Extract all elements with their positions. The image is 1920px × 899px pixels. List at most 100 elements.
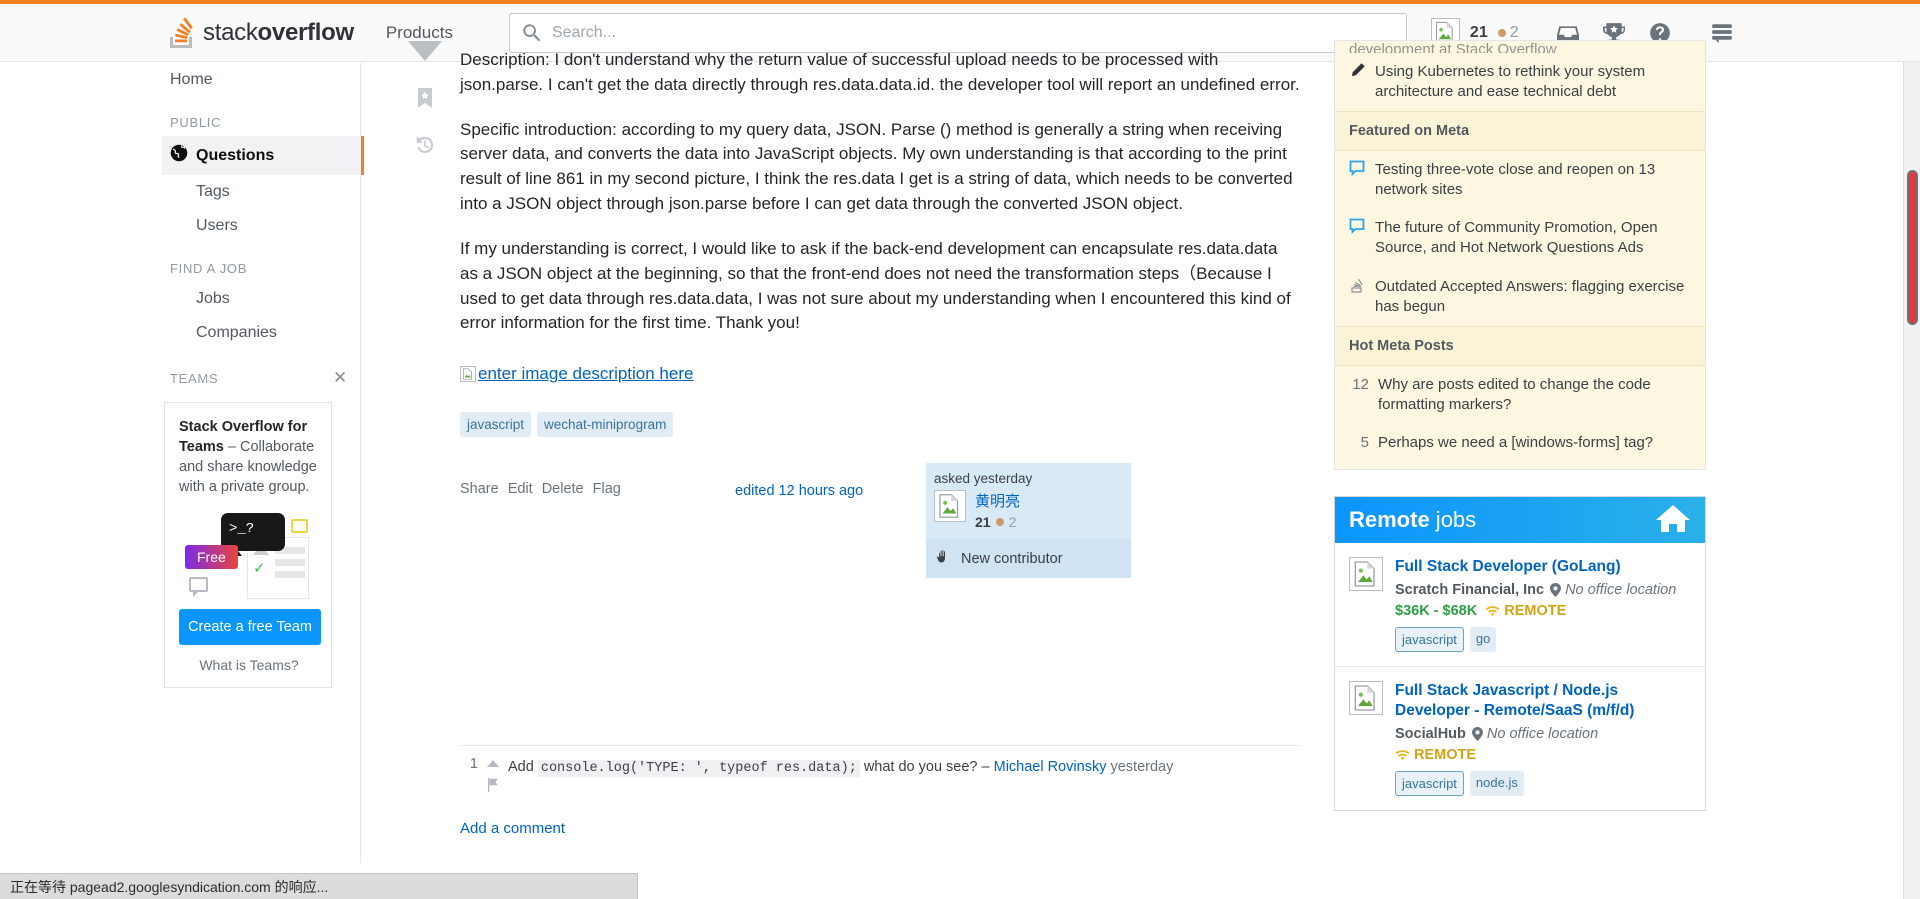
stacks-icon <box>1349 277 1366 317</box>
job-listing-1-company-row: SocialHub No office location <box>1395 726 1691 742</box>
edit-link[interactable]: Edit <box>508 481 533 497</box>
asker-bronze-count: 2 <box>1008 514 1017 531</box>
featured-item-0[interactable]: Testing three-vote close and reopen on 1… <box>1335 151 1705 209</box>
comment-row: 1 Add console.log('TYPE: ', typeof res.d… <box>460 756 1300 796</box>
bronze-badge-dot-icon <box>995 518 1004 527</box>
post-history-icon[interactable] <box>414 134 436 161</box>
search-icon <box>522 23 542 43</box>
hotmeta-item-1-title: Perhaps we need a [windows-forms] tag? <box>1378 433 1654 451</box>
user-bronze-badges[interactable]: 2 <box>1497 23 1519 42</box>
site-logo[interactable]: stackoverflow <box>166 16 354 50</box>
post-paragraph-2: Specific introduction: according to my q… <box>460 119 1293 214</box>
featured-on-meta-header: Featured on Meta <box>1335 111 1705 152</box>
speech-bubble-icon <box>1349 160 1366 200</box>
asker-user-card: asked yesterday 黄明亮 21 2 New contributor <box>926 463 1131 579</box>
terminal-prompt-glyph: >_? <box>229 521 255 537</box>
what-is-teams-link[interactable]: What is Teams? <box>179 657 319 673</box>
job-listing-0-company: Scratch Financial, Inc <box>1395 582 1545 599</box>
globe-icon <box>170 144 188 167</box>
hotmeta-item-0-title: Why are posts edited to change the code … <box>1378 375 1651 413</box>
sidebar-item-users[interactable]: Users <box>162 209 362 243</box>
close-icon[interactable]: ✕ <box>333 368 362 388</box>
featured-item-2-title: Outdated Accepted Answers: flagging exer… <box>1375 277 1685 315</box>
share-link[interactable]: Share <box>460 481 499 497</box>
sidebar-item-jobs[interactable]: Jobs <box>162 282 362 316</box>
browser-status-bar: 正在等待 pagead2.googlesyndication.com 的响应..… <box>0 873 638 899</box>
tag-javascript[interactable]: javascript <box>460 412 532 438</box>
sidebar-item-home[interactable]: Home <box>162 63 362 97</box>
status-text: 正在等待 pagead2.googlesyndication.com 的响应..… <box>10 878 329 895</box>
bookmark-icon[interactable] <box>416 87 434 114</box>
job-listing-0[interactable]: Full Stack Developer (GoLang) Scratch Fi… <box>1335 543 1705 667</box>
broken-image-icon <box>460 366 476 383</box>
blog-item[interactable]: Using Kubernetes to rethink your system … <box>1335 53 1705 111</box>
vertical-scrollbar[interactable] <box>1903 62 1920 899</box>
post-edited-link[interactable]: edited 12 hours ago <box>735 483 863 499</box>
featured-item-2[interactable]: Outdated Accepted Answers: flagging exer… <box>1335 268 1705 326</box>
job-listing-1-tag-1[interactable]: node.js <box>1469 771 1524 797</box>
job-listing-0-location: No office location <box>1550 582 1676 598</box>
tag-wechat-miniprogram[interactable]: wechat-miniprogram <box>537 412 674 438</box>
featured-item-1[interactable]: The future of Community Promotion, Open … <box>1335 209 1705 267</box>
teams-promo-card: Stack Overflow for Teams – Collaborate a… <box>164 402 332 688</box>
asker-reputation: 21 <box>975 514 991 531</box>
job-listing-0-remote-badge: REMOTE <box>1485 603 1566 619</box>
hotmeta-item-0-score: 12 <box>1352 375 1369 393</box>
asker-reputation-row: 21 2 <box>975 514 1020 530</box>
job-listing-1[interactable]: Full Stack Javascript / Node.js Develope… <box>1335 666 1705 811</box>
remote-jobs-panel: Remote jobs Full Stack Developer (GoLang… <box>1334 496 1706 812</box>
job-listing-1-salary-row: REMOTE <box>1395 747 1691 763</box>
speech-bubble-icon <box>1349 218 1366 258</box>
teams-free-badge: Free <box>185 545 238 569</box>
hotmeta-item-1[interactable]: 5 Perhaps we need a [windows-forms] tag? <box>1335 424 1705 469</box>
featured-item-0-title: Testing three-vote close and reopen on 1… <box>1375 161 1656 199</box>
comment-text-after: what do you see? – <box>863 759 990 775</box>
comment-upvote-icon[interactable] <box>486 756 500 772</box>
job-listing-1-tag-0[interactable]: javascript <box>1395 771 1464 797</box>
sidebar-section-findajob-label: FIND A JOB <box>170 261 248 276</box>
create-free-team-button[interactable]: Create a free Team <box>179 609 321 645</box>
add-comment-link[interactable]: Add a comment <box>460 820 565 837</box>
job-listing-0-tag-0[interactable]: javascript <box>1395 627 1464 653</box>
comment-body: Add console.log('TYPE: ', typeof res.dat… <box>508 756 1173 779</box>
asker-avatar-broken-image-icon[interactable] <box>934 490 966 523</box>
job-listing-0-title[interactable]: Full Stack Developer (GoLang) <box>1395 557 1691 577</box>
scrollbar-thumb[interactable] <box>1907 170 1918 325</box>
downvote-arrow-icon[interactable] <box>407 40 443 67</box>
job-listing-0-salary: $36K - $68K <box>1395 603 1478 620</box>
featured-item-1-title: The future of Community Promotion, Open … <box>1375 219 1658 257</box>
house-icon <box>1653 503 1693 538</box>
hotmeta-item-0[interactable]: 12 Why are posts edited to change the co… <box>1335 366 1705 424</box>
post-paragraph-1: Description: I don't understand why the … <box>460 50 1300 94</box>
user-reputation[interactable]: 21 <box>1470 24 1488 42</box>
remote-jobs-title: Remote jobs <box>1349 507 1477 533</box>
job-listing-0-tag-1[interactable]: go <box>1469 627 1497 653</box>
job-listing-1-title[interactable]: Full Stack Javascript / Node.js Develope… <box>1395 681 1691 721</box>
job-listing-0-tags: javascript go <box>1395 627 1691 653</box>
sidebar-section-public-label: PUBLIC <box>170 115 222 130</box>
search-input[interactable] <box>551 23 1394 42</box>
blog-cut-row: development at Stack Overflow <box>1335 41 1705 53</box>
sidebar-section-findajob: FIND A JOB <box>162 243 362 282</box>
bronze-badge-count: 2 <box>1509 23 1519 41</box>
post-image-link[interactable]: enter image description here <box>460 364 693 384</box>
stack-overflow-logo-icon <box>166 16 196 50</box>
comment-score: 1 <box>469 756 478 772</box>
sidebar-item-questions-label: Questions <box>196 146 275 164</box>
search-box[interactable] <box>508 12 1407 53</box>
job-listing-0-salary-row: $36K - $68K REMOTE <box>1395 603 1691 619</box>
post-image-alt-text[interactable]: enter image description here <box>478 364 693 384</box>
sidebar-item-tags[interactable]: Tags <box>162 175 362 209</box>
sidebar-item-companies[interactable]: Companies <box>162 316 362 350</box>
job-listing-0-company-row: Scratch Financial, Inc No office locatio… <box>1395 582 1691 598</box>
comment-text-before: Add <box>508 759 534 775</box>
new-contributor-label: New contributor <box>961 550 1063 567</box>
post-vote-column <box>405 40 445 161</box>
sidebar-item-questions[interactable]: Questions <box>162 136 364 175</box>
flag-link[interactable]: Flag <box>593 481 621 497</box>
delete-link[interactable]: Delete <box>542 481 584 497</box>
right-sidebar: development at Stack Overflow Using Kube… <box>1334 40 1706 812</box>
comment-author[interactable]: Michael Rovinsky <box>994 759 1107 775</box>
asker-username[interactable]: 黄明亮 <box>975 490 1020 511</box>
comment-flag-icon[interactable] <box>487 778 500 796</box>
